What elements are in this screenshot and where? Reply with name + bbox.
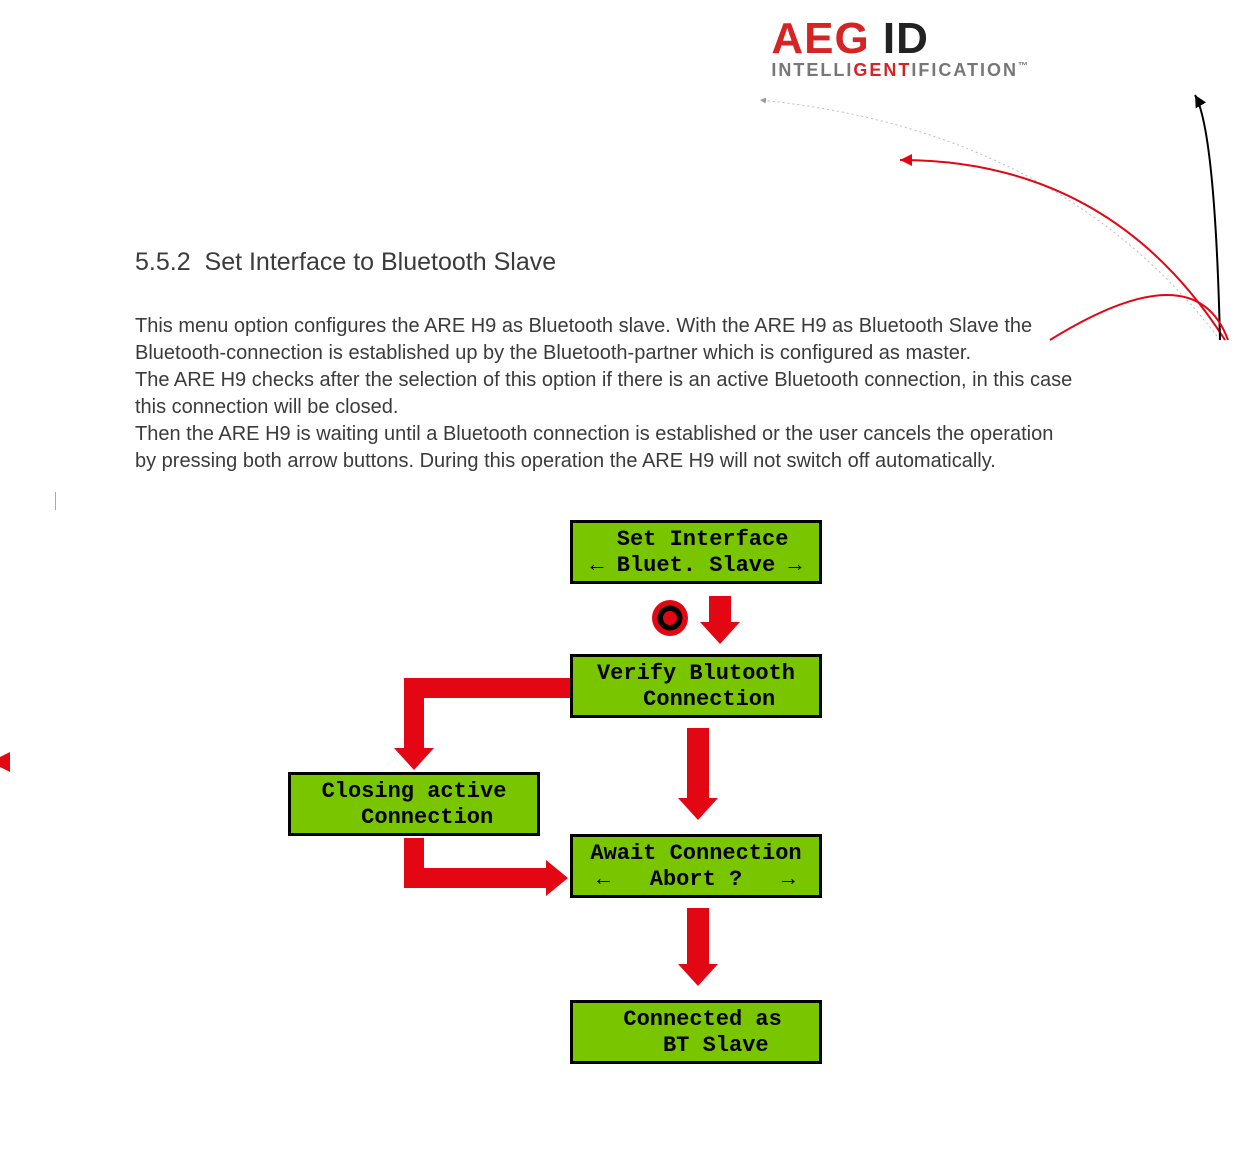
lcd-verify: Verify Blutooth Connection: [570, 654, 822, 718]
lcd-connected-l1: Connected as: [579, 1007, 813, 1033]
connector-verify-to-closing-h: [404, 678, 570, 698]
lcd-verify-l2: Connection: [579, 687, 813, 713]
lcd-await-l1: Await Connection: [579, 841, 813, 867]
paragraph-1: This menu option configures the ARE H9 a…: [135, 313, 1075, 367]
lcd-set-interface-l2: ← Bluet. Slave →: [579, 553, 813, 579]
tagline-prefix: INTELLI: [771, 60, 853, 80]
lcd-set-interface: Set Interface ← Bluet. Slave →: [570, 520, 822, 584]
lcd-closing: Closing active Connection: [288, 772, 540, 836]
paragraph-3: Then the ARE H9 is waiting until a Bluet…: [135, 421, 1075, 475]
arrow-into-closing-icon: [394, 748, 434, 770]
lcd-connected-l2: BT Slave: [579, 1033, 813, 1059]
lcd-closing-l2: Connection: [297, 805, 531, 831]
flow-diagram: Set Interface ← Bluet. Slave → Verify Bl…: [0, 520, 1240, 1160]
trademark-symbol: ™: [1018, 61, 1030, 72]
section-number: 5.5.2: [135, 248, 191, 276]
body-text: This menu option configures the ARE H9 a…: [135, 313, 1075, 475]
connector-verify-to-closing-v: [404, 678, 424, 748]
arrow-verify-to-await-icon: [678, 728, 718, 820]
brand-id: ID: [870, 14, 929, 63]
brand-logo-line1: AEG ID: [771, 14, 1030, 64]
lcd-set-interface-l1: Set Interface: [579, 527, 813, 553]
section-heading: 5.5.2 Set Interface to Bluetooth Slave: [135, 248, 1075, 277]
tagline-blend: GENT: [853, 60, 911, 80]
tagline-suffix: IFICATION: [911, 60, 1018, 80]
margin-marker: [55, 492, 56, 510]
paragraph-2: The ARE H9 checks after the selection of…: [135, 367, 1075, 421]
lcd-closing-l1: Closing active: [297, 779, 531, 805]
connector-closing-to-await-h: [404, 868, 546, 888]
lcd-await-l2: ← Abort ? →: [579, 867, 813, 893]
brand-aeg: AEG: [771, 14, 869, 63]
lcd-await: Await Connection ← Abort ? →: [570, 834, 822, 898]
lcd-connected: Connected as BT Slave: [570, 1000, 822, 1064]
arrow-await-to-connected-icon: [678, 908, 718, 986]
lcd-verify-l1: Verify Blutooth: [579, 661, 813, 687]
section-title: Set Interface to Bluetooth Slave: [205, 248, 557, 276]
arrow-into-await-icon: [546, 860, 568, 896]
press-button-icon: [650, 598, 690, 638]
arrow-after-press-icon: [700, 596, 740, 644]
brand-logo: AEG ID INTELLIGENTIFICATION™: [771, 14, 1030, 81]
brand-tagline: INTELLIGENTIFICATION™: [771, 60, 1030, 81]
